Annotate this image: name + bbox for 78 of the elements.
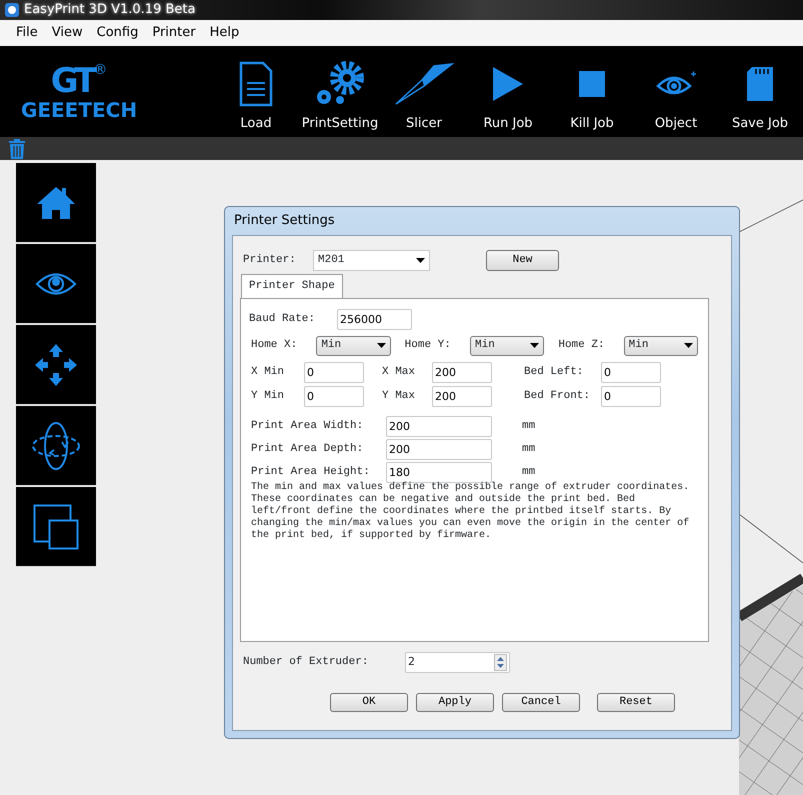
dialog-button[interactable]: Apply: [416, 692, 494, 712]
trash-icon[interactable]: [8, 138, 26, 158]
menu-item[interactable]: File: [16, 20, 52, 46]
toolbar-button[interactable]: Slicer: [382, 46, 466, 137]
sidebar-button[interactable]: [16, 487, 96, 567]
input-field[interactable]: 200: [386, 416, 492, 436]
caret-icon: [376, 343, 386, 348]
menu-item[interactable]: Config: [96, 20, 152, 46]
sidebar-button[interactable]: [16, 325, 96, 405]
window-title: EasyPrint 3D V1.0.19 Beta: [24, 1, 196, 19]
caret-icon: [684, 343, 694, 348]
field-label: X Max: [382, 364, 416, 380]
copy-icon: [33, 504, 79, 550]
menu-item[interactable]: Help: [210, 20, 254, 46]
sd-card-icon: [747, 66, 773, 101]
tab[interactable]: Printer Shape: [241, 274, 343, 298]
dialog-button[interactable]: Cancel: [502, 692, 580, 712]
input-field[interactable]: 256000: [337, 308, 412, 330]
unit-label: mm: [522, 464, 536, 480]
toolbar-button[interactable]: Kill Job: [550, 46, 634, 137]
menu-item[interactable]: Printer: [152, 20, 210, 46]
dropdown[interactable]: Min: [624, 336, 698, 356]
field-label: Y Min: [251, 388, 286, 404]
field-label: Home Y:: [404, 338, 452, 354]
toolbar-button[interactable]: Run Job: [466, 46, 550, 137]
field-label: Home Z:: [558, 338, 606, 354]
caret-icon: [416, 258, 425, 263]
spin-arrows-icon[interactable]: [494, 654, 507, 670]
app-icon: [4, 2, 20, 18]
dropdown[interactable]: Min: [316, 336, 391, 356]
stop-icon: [579, 70, 605, 97]
field-label: Baud Rate:: [249, 312, 316, 327]
toolbar-button[interactable]: Object: [634, 46, 718, 137]
unit-label: mm: [522, 442, 536, 457]
play-icon: [493, 66, 523, 101]
spin-box[interactable]: 2: [405, 652, 510, 672]
input-field[interactable]: 200: [432, 386, 492, 406]
field-label: Bed Left:: [524, 364, 584, 380]
input-field[interactable]: 200: [432, 362, 492, 382]
logo-text: GEEETECH: [20, 98, 138, 120]
rotate-icon: [32, 422, 80, 470]
toolbar-button[interactable]: Save Job: [718, 46, 802, 137]
caret-icon: [530, 343, 540, 348]
field-label: Print Area Width:: [251, 418, 364, 434]
dropdown[interactable]: Min: [470, 336, 544, 356]
knife-icon: [394, 62, 454, 106]
dropdown[interactable]: M201: [313, 250, 430, 271]
unit-label: mm: [522, 418, 536, 434]
field-label: Printer:: [243, 253, 297, 268]
field-label: Home X:: [251, 338, 298, 354]
sidebar-button[interactable]: [16, 163, 96, 243]
menu-item[interactable]: View: [52, 20, 97, 46]
new-button[interactable]: New: [486, 250, 559, 271]
dialog-button[interactable]: OK: [330, 692, 408, 712]
input-field[interactable]: 0: [304, 386, 364, 406]
field-label: Number of Extruder:: [243, 654, 370, 670]
field-label: Print Area Height:: [251, 464, 371, 480]
input-field[interactable]: 0: [601, 362, 661, 382]
field-label: X Min: [251, 364, 286, 380]
logo-mark: GT: [50, 62, 94, 98]
toolbar-button[interactable]: Load: [214, 46, 298, 137]
field-label: Bed Front:: [524, 388, 592, 404]
input-field[interactable]: 0: [601, 386, 661, 406]
input-field[interactable]: 180: [386, 462, 492, 482]
input-field[interactable]: 0: [304, 362, 364, 382]
eye-icon: [35, 270, 77, 296]
sidebar-button[interactable]: [16, 244, 96, 324]
field-label: Y Max: [382, 388, 416, 404]
field-label: Print Area Depth:: [251, 442, 364, 457]
toolbar-button[interactable]: PrintSetting: [298, 46, 382, 137]
dialog-button[interactable]: Reset: [597, 692, 675, 712]
dialog-title: Printer Settings: [233, 212, 336, 230]
sidebar-button[interactable]: [16, 406, 96, 486]
move-arrows-icon: [35, 344, 77, 386]
home-icon: [36, 186, 76, 220]
document-icon: [239, 60, 273, 107]
input-field[interactable]: 200: [386, 438, 492, 460]
description-text: The min and max values define the possible range of extruder coordinates. These coordinates can be negative and outside the print bed. Bed left/front define the coordinates where the printbed itself starts. By changing the min/max values you can even move the origin in the center of the print bed, if supported by firmware.: [251, 482, 690, 542]
